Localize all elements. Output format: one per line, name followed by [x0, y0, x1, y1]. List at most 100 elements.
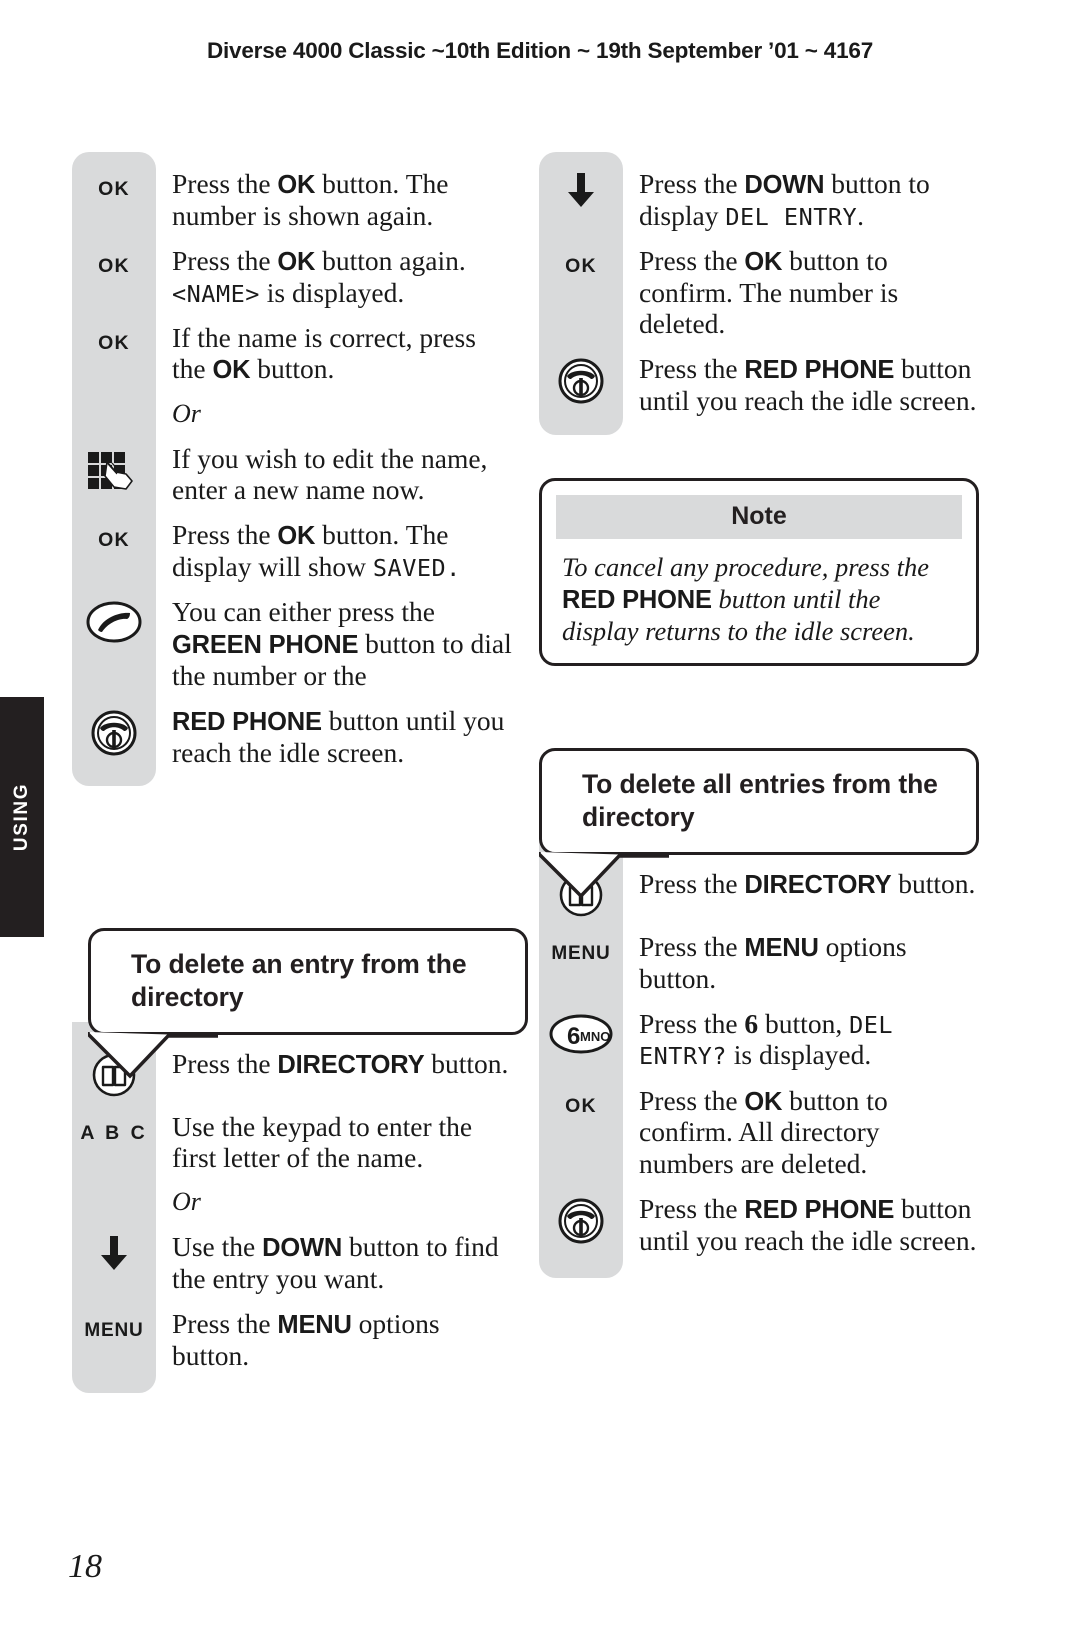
note-body: To cancel any procedure, press the RED P… — [556, 539, 962, 647]
step-list: Press the DOWN button to display DEL ENT… — [539, 168, 979, 417]
red-phone-icon — [558, 358, 604, 404]
italic-text: To cancel any procedure, press the — [562, 552, 930, 582]
step-row: You can either press the GREEN PHONE but… — [72, 596, 512, 691]
step-row: OK Press the OK button to confirm. All di… — [539, 1085, 979, 1179]
step-instruction-text: Press the OK button to confirm. The numb… — [623, 245, 979, 339]
step-text-run: button. — [891, 868, 976, 899]
step-text-run: button. — [250, 353, 335, 385]
step-icon-empty — [72, 1187, 156, 1192]
red-phone-icon — [91, 710, 137, 756]
emphasis-label: OK — [277, 171, 316, 199]
menu-key-icon: MENU — [84, 1320, 144, 1342]
callout-tail-icon — [539, 852, 669, 899]
note-header: Note — [556, 495, 962, 539]
step-text-run: Press the — [172, 245, 278, 277]
step-icon-key-6: 6 MNO — [539, 1008, 623, 1055]
step-text-run: Press the — [639, 168, 745, 199]
step-row: OK If the name is correct, press the OK b… — [72, 322, 512, 385]
callout-delete-entry: To delete an entry from the directory — [88, 928, 528, 1079]
step-text-run: Press the — [639, 1084, 745, 1116]
svg-text:6: 6 — [567, 1023, 580, 1050]
step-row: MENU Press the MENU options button. — [72, 1308, 512, 1371]
step-text-run: is displayed. — [259, 277, 405, 309]
emphasis-label: RED PHONE — [562, 585, 712, 614]
step-text-run: Press the — [172, 1308, 278, 1340]
step-text-run: is displayed. — [726, 1039, 872, 1071]
emphasis-label: MENU — [744, 934, 819, 962]
step-text-run: Press the — [639, 353, 745, 385]
step-icon-down-arrow — [72, 1231, 156, 1272]
emphasis-label: DIRECTORY — [277, 1051, 425, 1079]
lcd-display-text: <NAME> — [172, 280, 260, 309]
step-row: Press the RED PHONE button until you rea… — [539, 353, 979, 416]
page-header: Diverse 4000 Classic ~10th Edition ~ 19t… — [206, 38, 874, 63]
emphasis-label: DOWN — [744, 171, 825, 199]
step-instruction-text: Use the DOWN button to find the entry yo… — [156, 1231, 512, 1294]
step-instruction-text: Use the keypad to enter the first letter… — [156, 1111, 512, 1173]
step-list: Press the DIRECTORY button. A B C Use the … — [72, 1048, 512, 1371]
step-text-run: Use the keypad to enter the first letter… — [172, 1111, 473, 1174]
ok-key-icon: OK — [98, 255, 130, 278]
abc-key-icon: A B C — [80, 1122, 148, 1144]
step-row: OK Press the OK button to confirm. The nu… — [539, 245, 979, 339]
callout-delete-all-entries: To delete all entries from the directory — [539, 748, 979, 899]
emphasis-label: GREEN PHONE — [172, 630, 359, 659]
step-icon-green-phone — [72, 596, 156, 643]
step-text-run: Press the — [639, 245, 745, 277]
step-instruction-text: Press the DOWN button to display DEL ENT… — [623, 168, 979, 231]
step-row: Or — [72, 1187, 512, 1217]
lcd-display-text: DEL ENTRY — [725, 202, 858, 231]
step-row: OK Press the OK button. The display will … — [72, 519, 512, 582]
step-row: MENU Press the MENU options button. — [539, 931, 979, 994]
step-row: Press the RED PHONE button until you rea… — [539, 1193, 979, 1256]
ok-key-icon: OK — [98, 178, 130, 200]
step-icon-ok: OK — [539, 245, 623, 277]
step-row: If you wish to edit the name, enter a ne… — [72, 443, 512, 505]
step-icon-ok: OK — [72, 519, 156, 551]
step-group-delete-all: Press the DIRECTORY button. MENU Press the… — [539, 842, 979, 1278]
step-icon-ok: OK — [539, 1085, 623, 1117]
step-icon-keypad — [72, 443, 156, 496]
step-row: Or — [72, 399, 512, 429]
step-icon-ok: OK — [72, 168, 156, 200]
emphasis-label: DOWN — [262, 1233, 343, 1262]
ok-key-icon: OK — [565, 255, 597, 278]
step-list: OK Press the OK button. The number is sho… — [72, 168, 512, 768]
step-text-run: button again. — [315, 245, 466, 277]
step-instruction-text: Press the RED PHONE button until you rea… — [623, 353, 979, 416]
step-instruction-text: Press the DIRECTORY button. — [623, 868, 979, 900]
step-text-run: button, — [758, 1008, 850, 1040]
lcd-display-text: SAVED. — [372, 554, 461, 583]
step-list: Press the DIRECTORY button. MENU Press the… — [539, 868, 979, 1256]
step-icon-empty — [72, 399, 156, 404]
step-instruction-text: Or — [156, 399, 512, 429]
step-icon-ok: OK — [72, 322, 156, 354]
emphasis-label: RED PHONE — [172, 707, 322, 736]
keypad-hand-icon — [88, 451, 133, 490]
emphasis-label: OK — [744, 1087, 783, 1116]
step-icon-abc: A B C — [72, 1111, 156, 1144]
key6-mno-icon: 6 MNO — [549, 1014, 613, 1054]
step-text-run: Press the — [172, 519, 278, 551]
side-tab-label: USING — [11, 782, 32, 852]
step-instruction-text: You can either press the GREEN PHONE but… — [156, 596, 512, 690]
step-text-run: Use the — [172, 1230, 263, 1262]
italic-text: Or — [172, 1187, 201, 1217]
step-instruction-text: Press the MENU options button. — [156, 1308, 512, 1371]
callout-tail-icon — [88, 1032, 218, 1079]
step-icon-red-phone — [539, 353, 623, 404]
step-icon-menu: MENU — [72, 1308, 156, 1340]
step-instruction-text: Press the RED PHONE button until you rea… — [623, 1193, 979, 1256]
menu-key-icon: MENU — [551, 943, 611, 964]
emphasis-label: RED PHONE — [744, 1195, 895, 1224]
step-row: Use the DOWN button to find the entry yo… — [72, 1231, 512, 1294]
step-group-delete-number: Press the DOWN button to display DEL ENT… — [539, 152, 979, 435]
emphasis-label: OK — [277, 522, 316, 551]
step-instruction-text: If you wish to edit the name, enter a ne… — [156, 443, 512, 505]
step-text-run: . — [857, 199, 865, 231]
step-icon-menu: MENU — [539, 931, 623, 963]
callout-box: To delete an entry from the directory — [88, 928, 528, 1036]
emphasis-label: DIRECTORY — [744, 871, 892, 899]
step-row: 6 MNO Press the 6 button, DEL ENTRY? is di… — [539, 1008, 979, 1070]
step-row: RED PHONE button until you reach the idl… — [72, 705, 512, 768]
